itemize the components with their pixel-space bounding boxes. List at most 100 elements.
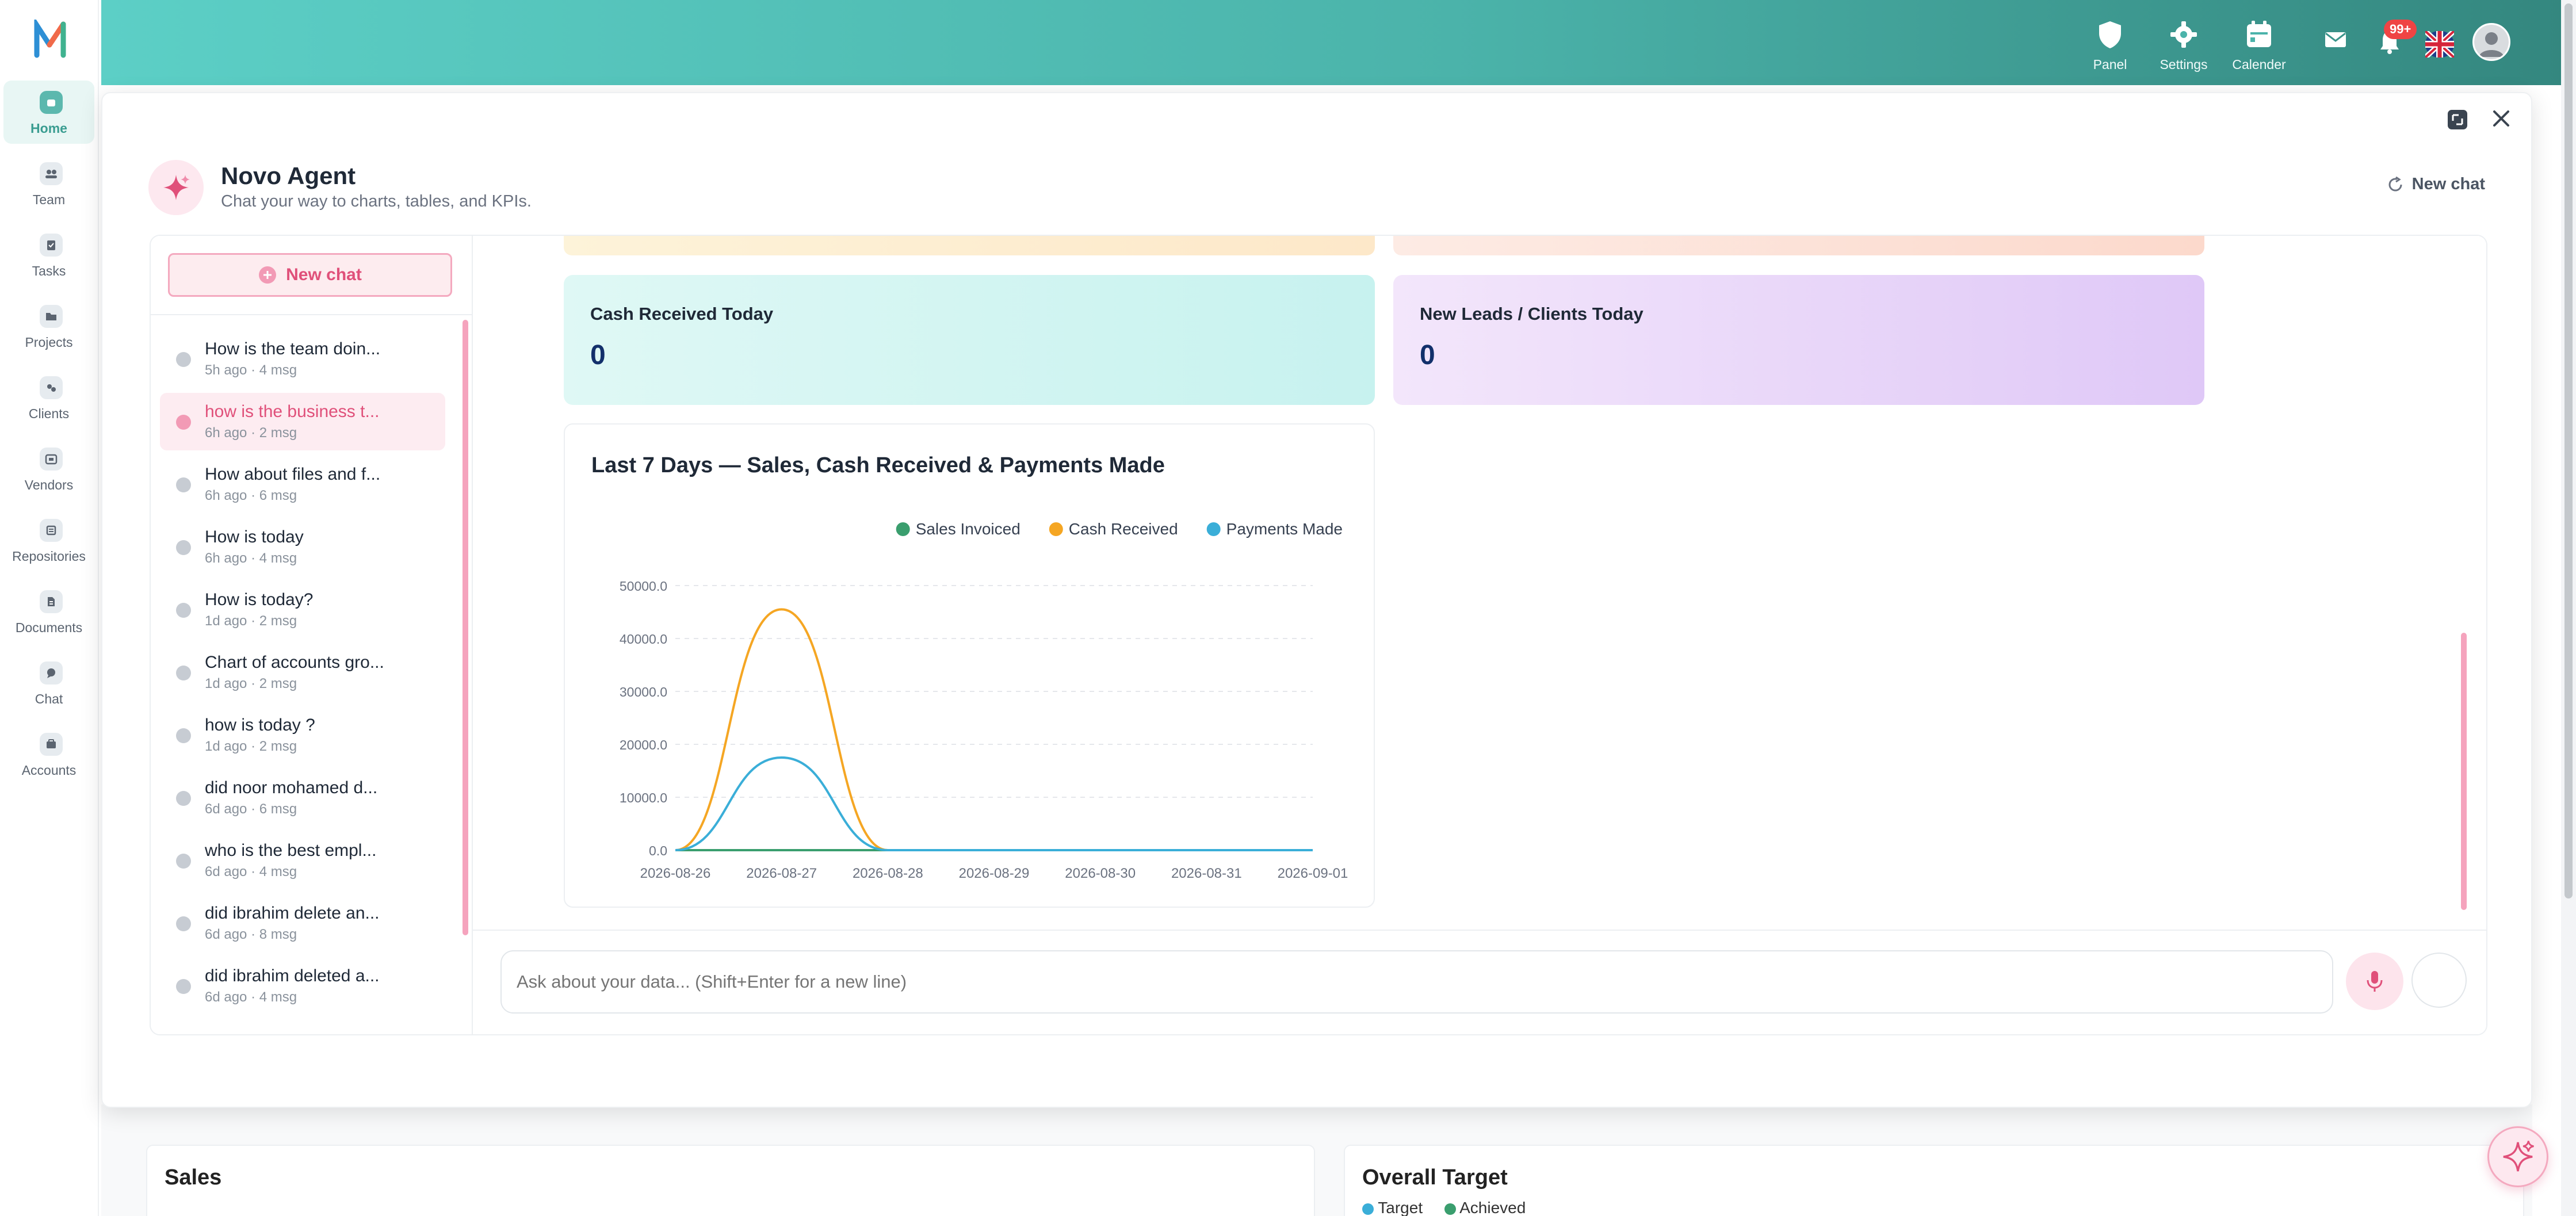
- accounts-icon: [40, 733, 63, 756]
- sidebar-item-repositories[interactable]: Repositories: [3, 508, 94, 572]
- sidebar-item-vendors[interactable]: Vendors: [3, 437, 94, 500]
- uk-flag-icon[interactable]: [2425, 31, 2454, 58]
- team-icon: [40, 162, 63, 185]
- repository-icon: [40, 519, 63, 542]
- calender-button[interactable]: Calender: [2227, 20, 2291, 72]
- history-scrollbar[interactable]: [463, 320, 468, 935]
- chat-history-title: who is the best empl...: [205, 841, 377, 860]
- sidebar-item-clients[interactable]: Clients: [3, 366, 94, 429]
- chat-icon: [40, 661, 63, 685]
- new-chat-header-button[interactable]: New chat: [2387, 175, 2485, 194]
- agent-subtitle: Chat your way to charts, tables, and KPI…: [221, 192, 532, 211]
- close-icon[interactable]: [2491, 108, 2512, 129]
- sidebar-item-tasks[interactable]: Tasks: [3, 223, 94, 286]
- mail-icon[interactable]: [2324, 31, 2347, 48]
- new-chat-button-label: New chat: [286, 265, 362, 284]
- chat-history-item[interactable]: How is today 6h ago · 4 msg: [160, 518, 445, 576]
- sidebar: Home Team Tasks Projects Clients Vendors…: [0, 0, 99, 1216]
- line-chart: Payments Made Cash Received Sales Invoiced…: [620, 520, 1348, 881]
- mic-button[interactable]: [2346, 953, 2403, 1010]
- kpi-tile-partial: [564, 236, 1375, 255]
- kpi-cash-received-today: Cash Received Today 0: [564, 275, 1375, 405]
- overall-target-card: Overall Target Target Achieved: [1344, 1145, 2524, 1216]
- agent-fab-button[interactable]: [2487, 1126, 2548, 1187]
- chat-bubble-icon: [176, 979, 191, 994]
- sidebar-item-projects[interactable]: Projects: [3, 295, 94, 358]
- notification-badge: 99+: [2384, 20, 2417, 39]
- page-scrollbar[interactable]: [2561, 0, 2576, 1216]
- y-tick-label: 30000.0: [620, 685, 667, 699]
- x-tick-label: 2026-08-30: [1065, 866, 1136, 881]
- sidebar-item-chat[interactable]: Chat: [3, 651, 94, 714]
- chat-history-item[interactable]: How about files and f... 6h ago · 6 msg: [160, 456, 445, 513]
- chat-history-item[interactable]: did ibrahim delete an... 6d ago · 8 msg: [160, 894, 445, 952]
- chat-history-item[interactable]: How is today? 1d ago · 2 msg: [160, 581, 445, 638]
- modal-tools: [2446, 108, 2512, 131]
- chat-history-item[interactable]: how is today ? 1d ago · 2 msg: [160, 706, 445, 764]
- legend-dot: [1049, 522, 1063, 536]
- content-scrollbar[interactable]: [2461, 633, 2467, 910]
- panel-button[interactable]: Panel: [2087, 20, 2133, 72]
- legend-dot: [1206, 522, 1221, 536]
- chat-bubble-icon: [176, 854, 191, 869]
- sidebar-item-label: Accounts: [21, 763, 77, 778]
- shield-icon: [2099, 21, 2121, 48]
- overall-target-title: Overall Target: [1362, 1165, 1508, 1190]
- chat-history-meta: 6d ago · 4 msg: [205, 864, 297, 880]
- chat-input[interactable]: [500, 950, 2333, 1014]
- send-button[interactable]: [2411, 953, 2467, 1008]
- sidebar-item-label: Vendors: [24, 477, 74, 492]
- sidebar-item-accounts[interactable]: Accounts: [3, 722, 94, 786]
- chat-history-item[interactable]: how is the business t... 6h ago · 2 msg: [160, 393, 445, 450]
- settings-button[interactable]: Settings: [2155, 20, 2212, 72]
- chat-history-meta: 6d ago · 8 msg: [205, 927, 297, 942]
- x-tick-label: 2026-08-26: [640, 866, 711, 881]
- chart-card: Last 7 Days — Sales, Cash Received & Pay…: [564, 423, 1375, 908]
- expand-icon[interactable]: [2446, 108, 2469, 131]
- y-tick-label: 20000.0: [620, 737, 667, 752]
- calendar-icon: [2247, 21, 2271, 47]
- chat-history-meta: 6d ago · 4 msg: [205, 989, 297, 1005]
- sidebar-item-label: Clients: [28, 406, 70, 421]
- sidebar-item-documents[interactable]: Documents: [3, 580, 94, 643]
- x-tick-label: 2026-08-29: [959, 866, 1030, 881]
- chat-frame: New chat How is the team doin... 5h ago ·…: [150, 235, 2487, 1035]
- chat-history-meta: 5h ago · 4 msg: [205, 362, 297, 378]
- clients-icon: [40, 376, 63, 399]
- app-logo[interactable]: [32, 20, 68, 60]
- y-tick-label: 40000.0: [620, 632, 667, 647]
- sidebar-item-label: Team: [32, 192, 66, 207]
- vendors-icon: [40, 448, 63, 471]
- page-scrollbar-thumb[interactable]: [2564, 3, 2573, 898]
- series-line-cash-received: [675, 608, 1313, 851]
- chat-history-item[interactable]: who is the best empl... 6d ago · 4 msg: [160, 832, 445, 889]
- chat-history-item[interactable]: did noor mohamed d... 6d ago · 6 msg: [160, 769, 445, 827]
- sidebar-item-label: Chat: [35, 691, 63, 706]
- x-tick-label: 2026-08-28: [853, 866, 923, 881]
- sparkle-icon: [2503, 1141, 2534, 1172]
- chat-history-meta: 6h ago · 4 msg: [205, 550, 297, 566]
- chat-history-item[interactable]: Chart of accounts gro... 1d ago · 2 msg: [160, 644, 445, 701]
- sidebar-item-team[interactable]: Team: [3, 152, 94, 215]
- avatar[interactable]: [2472, 23, 2510, 61]
- sidebar-item-home[interactable]: Home: [3, 81, 94, 144]
- x-tick-label: 2026-08-31: [1171, 866, 1242, 881]
- microphone-icon: [2367, 971, 2383, 992]
- chat-history-meta: 1d ago · 2 msg: [205, 739, 297, 754]
- kpi-new-leads-today: New Leads / Clients Today 0: [1393, 275, 2204, 405]
- new-chat-button[interactable]: New chat: [168, 253, 452, 297]
- chat-bubble-icon: [176, 415, 191, 430]
- legend-label: Cash Received: [1069, 520, 1178, 538]
- chat-bubble-icon: [176, 540, 191, 555]
- chat-history-title: did noor mohamed d...: [205, 778, 378, 797]
- chat-content: Cash Received Today 0 New Leads / Client…: [473, 236, 2486, 930]
- chat-bubble-icon: [176, 352, 191, 367]
- gear-icon: [2170, 21, 2197, 48]
- target-legend-label: Target: [1378, 1199, 1423, 1216]
- kpi-value: 0: [590, 340, 606, 370]
- chat-history-item[interactable]: How is the team doin... 5h ago · 4 msg: [160, 330, 445, 388]
- chat-history-title: did ibrahim delete an...: [205, 904, 380, 923]
- chat-history-title: did ibrahim deleted a...: [205, 966, 380, 985]
- chat-history-meta: 6h ago · 6 msg: [205, 488, 297, 503]
- chat-history-item[interactable]: did ibrahim deleted a... 6d ago · 4 msg: [160, 957, 445, 1015]
